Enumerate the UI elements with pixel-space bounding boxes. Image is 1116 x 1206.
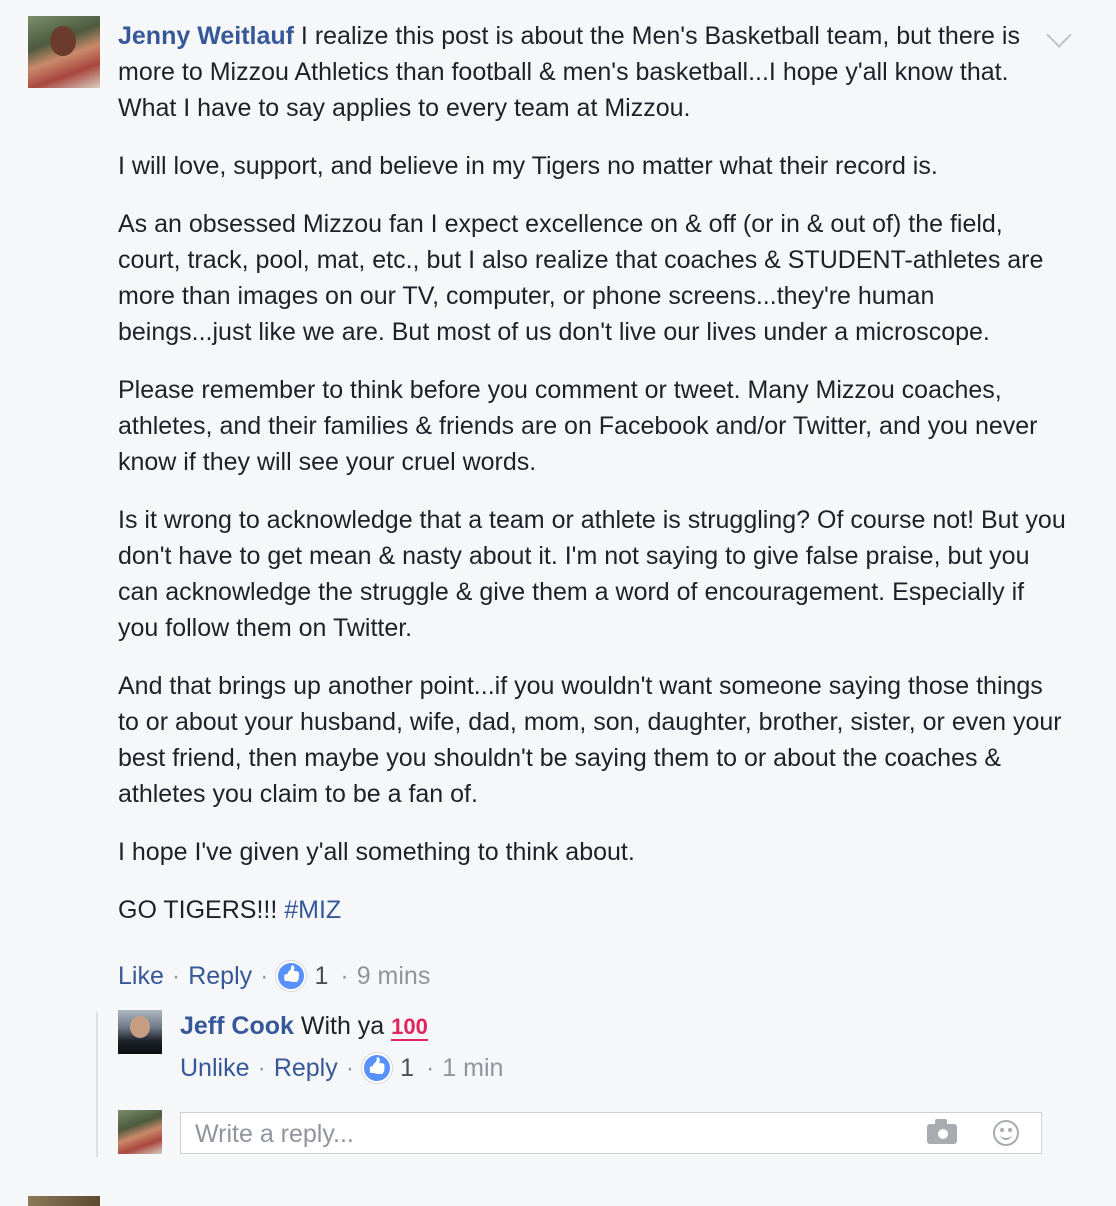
comment-closing: GO TIGERS!!! <box>118 896 278 924</box>
commenter-avatar[interactable] <box>28 16 100 88</box>
comment-actions: Like · Reply · 1 · 9 mins <box>118 958 430 994</box>
smiley-icon[interactable] <box>993 1120 1019 1146</box>
separator: · <box>345 1054 355 1082</box>
comment-paragraph: And that brings up another point...if yo… <box>118 672 1062 808</box>
reply-text: With ya <box>300 1012 385 1040</box>
like-count[interactable]: 1 <box>400 1050 414 1086</box>
separator: · <box>257 1054 266 1082</box>
comment-paragraph: Is it wrong to acknowledge that a team o… <box>118 506 1066 642</box>
comment-paragraph: Jenny Weitlauf I realize this post is ab… <box>118 18 1068 126</box>
like-count[interactable]: 1 <box>314 958 328 994</box>
reply-link[interactable]: Reply <box>188 958 252 994</box>
next-comment-avatar[interactable] <box>28 1196 100 1206</box>
reply-author-avatar[interactable] <box>118 1010 162 1054</box>
comment-paragraph: GO TIGERS!!! #MIZ <box>118 892 1068 928</box>
reply-input[interactable] <box>193 1113 897 1155</box>
reply-thread-line <box>96 1012 98 1157</box>
reply-actions: Unlike · Reply · 1 · 1 min <box>180 1050 503 1086</box>
hundred-points-icon: 100 <box>391 1014 428 1041</box>
reply-author[interactable]: Jeff Cook <box>180 1012 294 1040</box>
thumbs-up-icon[interactable] <box>362 1053 393 1083</box>
timestamp[interactable]: 9 mins <box>357 958 431 994</box>
comment-paragraph: Please remember to think before you comm… <box>118 376 1038 476</box>
unlike-link[interactable]: Unlike <box>180 1050 249 1086</box>
current-user-avatar <box>118 1110 162 1154</box>
separator: · <box>425 1054 435 1082</box>
hashtag-link[interactable]: #MIZ <box>284 896 341 924</box>
reply-box <box>180 1112 1042 1155</box>
comment-paragraph: I will love, support, and believe in my … <box>118 152 938 180</box>
reply-body: Jeff Cook With ya 100 <box>180 1008 428 1045</box>
thumbs-up-icon[interactable] <box>276 961 307 991</box>
separator: · <box>171 962 181 990</box>
separator: · <box>340 962 349 990</box>
comment-author[interactable]: Jenny Weitlauf <box>118 22 294 50</box>
separator: · <box>260 962 269 990</box>
reply-link[interactable]: Reply <box>274 1050 338 1086</box>
comment-paragraph: As an obsessed Mizzou fan I expect excel… <box>118 210 1044 346</box>
like-link[interactable]: Like <box>118 958 164 994</box>
comment-body: Jenny Weitlauf I realize this post is ab… <box>118 18 1068 950</box>
comment-paragraph: I hope I've given y'all something to thi… <box>118 838 635 866</box>
timestamp[interactable]: 1 min <box>442 1050 503 1086</box>
camera-icon[interactable] <box>927 1119 957 1144</box>
